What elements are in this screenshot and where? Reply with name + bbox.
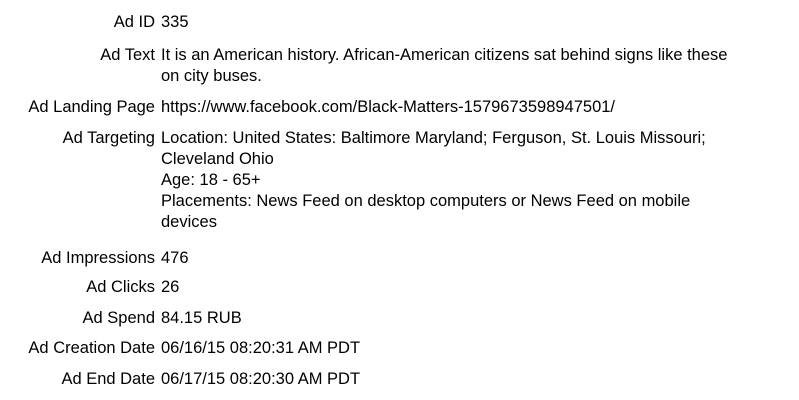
ad-text-label: Ad Text: [100, 46, 155, 64]
ad-targeting-line: devices: [161, 213, 217, 231]
ad-text-row: Ad Text It is an American history. Afric…: [0, 45, 799, 87]
ad-spend-label: Ad Spend: [82, 309, 155, 327]
ad-spend-row: Ad Spend 84.15 RUB: [0, 308, 799, 329]
ad-end-date-value: 06/17/15 08:20:30 AM PDT: [161, 370, 361, 388]
ad-targeting-label: Ad Targeting: [62, 129, 155, 147]
ad-impressions-row: Ad Impressions 476: [0, 248, 799, 269]
ad-text-line: It is an American history. African-Ameri…: [161, 46, 728, 64]
ad-impressions-label: Ad Impressions: [41, 249, 155, 267]
ad-id-value: 335: [161, 13, 189, 31]
ad-record: Ad ID 335 Ad Text It is an American hist…: [0, 0, 799, 400]
ad-targeting-value: Location: United States: Baltimore Maryl…: [161, 128, 789, 233]
ad-creation-date-label: Ad Creation Date: [28, 339, 155, 357]
ad-clicks-row: Ad Clicks 26: [0, 277, 799, 298]
ad-landing-page-row: Ad Landing Page https://www.facebook.com…: [0, 97, 799, 118]
ad-id-label: Ad ID: [113, 13, 155, 31]
ad-id-row: Ad ID 335: [0, 12, 799, 33]
ad-creation-date-row: Ad Creation Date 06/16/15 08:20:31 AM PD…: [0, 338, 799, 359]
ad-end-date-label: Ad End Date: [61, 370, 155, 388]
ad-clicks-value: 26: [161, 278, 180, 296]
ad-end-date-row: Ad End Date 06/17/15 08:20:30 AM PDT: [0, 369, 799, 390]
ad-spend-value: 84.15 RUB: [161, 309, 242, 327]
ad-creation-date-value: 06/16/15 08:20:31 AM PDT: [161, 339, 361, 357]
ad-targeting-row: Ad Targeting Location: United States: Ba…: [0, 128, 799, 233]
ad-targeting-line: Placements: News Feed on desktop compute…: [161, 192, 691, 210]
ad-text-line: on city buses.: [161, 67, 262, 85]
ad-text-value: It is an American history. African-Ameri…: [161, 45, 789, 87]
ad-clicks-label: Ad Clicks: [86, 278, 155, 296]
ad-targeting-line: Age: 18 - 65+: [161, 171, 261, 189]
ad-targeting-line: Location: United States: Baltimore Maryl…: [161, 129, 706, 147]
ad-targeting-line: Cleveland Ohio: [161, 150, 274, 168]
ad-impressions-value: 476: [161, 249, 189, 267]
ad-landing-page-label: Ad Landing Page: [28, 98, 155, 116]
ad-landing-page-value: https://www.facebook.com/Black-Matters-1…: [161, 98, 616, 116]
